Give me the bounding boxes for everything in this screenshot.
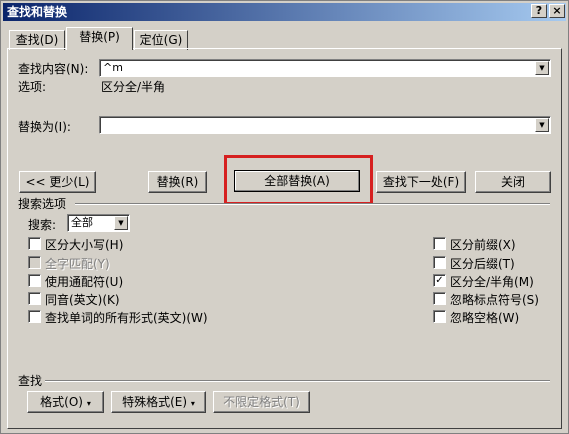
chevron-down-icon[interactable]: ▼ (114, 216, 128, 230)
match-prefix-checkbox[interactable] (433, 237, 446, 250)
find-input-value: ^m (103, 61, 123, 74)
match-suffix-label: 区分后缀(T) (450, 257, 515, 271)
chevron-down-icon[interactable]: ▼ (535, 118, 549, 132)
search-direction-select[interactable]: 全部 ▼ (67, 214, 130, 232)
replace-label: 替换为(I): (18, 120, 71, 134)
ignore-punctuation-checkbox[interactable] (433, 292, 446, 305)
dropdown-arrow-icon: ▾ (86, 399, 91, 408)
find-next-button[interactable]: 查找下一处(F) (376, 171, 466, 193)
title-bar: 查找和替换 (3, 3, 566, 21)
ignore-space-label: 忽略空格(W) (450, 311, 520, 325)
tab-goto[interactable]: 定位(G) (134, 30, 188, 50)
match-suffix-checkbox[interactable] (433, 256, 446, 269)
close-window-button[interactable]: × (549, 4, 565, 18)
match-case-checkbox[interactable] (28, 237, 41, 250)
replace-input[interactable]: ▼ (99, 116, 551, 134)
replace-button[interactable]: 替换(R) (148, 171, 207, 193)
all-word-forms-label: 查找单词的所有形式(英文)(W) (45, 311, 208, 325)
window-title: 查找和替换 (7, 5, 68, 19)
format-button[interactable]: 格式(O) ▾ (27, 391, 104, 413)
find-label: 查找内容(N): (18, 62, 89, 76)
whole-word-checkbox (28, 256, 41, 269)
format-label: 格式(O) (40, 395, 83, 409)
wildcards-label: 使用通配符(U) (45, 275, 124, 289)
dropdown-arrow-icon: ▾ (190, 399, 195, 408)
wildcards-checkbox[interactable] (28, 274, 41, 287)
highlight-box (224, 155, 373, 205)
find-input[interactable]: ^m ▼ (99, 59, 551, 77)
match-width-checkbox[interactable]: ✓ (433, 274, 446, 287)
options-label: 选项: (18, 80, 47, 94)
match-case-label: 区分大小写(H) (45, 238, 124, 252)
find-section-heading: 查找 (18, 374, 43, 388)
options-value: 区分全/半角 (101, 80, 166, 94)
search-label: 搜索: (28, 218, 57, 232)
match-prefix-label: 区分前缀(X) (450, 238, 516, 252)
match-width-label: 区分全/半角(M) (450, 275, 534, 289)
search-direction-value: 全部 (71, 216, 93, 229)
special-button[interactable]: 特殊格式(E) ▾ (111, 391, 206, 413)
find-replace-dialog: 查找和替换 ? × 查找(D) 替换(P) 定位(G) 查找内容(N): ^m … (0, 0, 569, 434)
divider (75, 203, 550, 205)
help-button[interactable]: ? (531, 4, 547, 18)
all-word-forms-checkbox[interactable] (28, 310, 41, 323)
tab-replace[interactable]: 替换(P) (66, 27, 133, 50)
ignore-punctuation-label: 忽略标点符号(S) (450, 293, 539, 307)
chevron-down-icon[interactable]: ▼ (535, 61, 549, 75)
no-formatting-button: 不限定格式(T) (213, 391, 310, 413)
ignore-space-checkbox[interactable] (433, 310, 446, 323)
divider (45, 380, 550, 382)
sounds-like-checkbox[interactable] (28, 292, 41, 305)
close-button[interactable]: 关闭 (475, 171, 551, 193)
sounds-like-label: 同音(英文)(K) (45, 293, 120, 307)
less-button[interactable]: << 更少(L) (19, 171, 96, 193)
whole-word-label: 全字匹配(Y) (45, 257, 110, 271)
tab-find[interactable]: 查找(D) (9, 30, 65, 50)
special-label: 特殊格式(E) (122, 395, 188, 409)
search-options-heading: 搜索选项 (18, 197, 67, 211)
